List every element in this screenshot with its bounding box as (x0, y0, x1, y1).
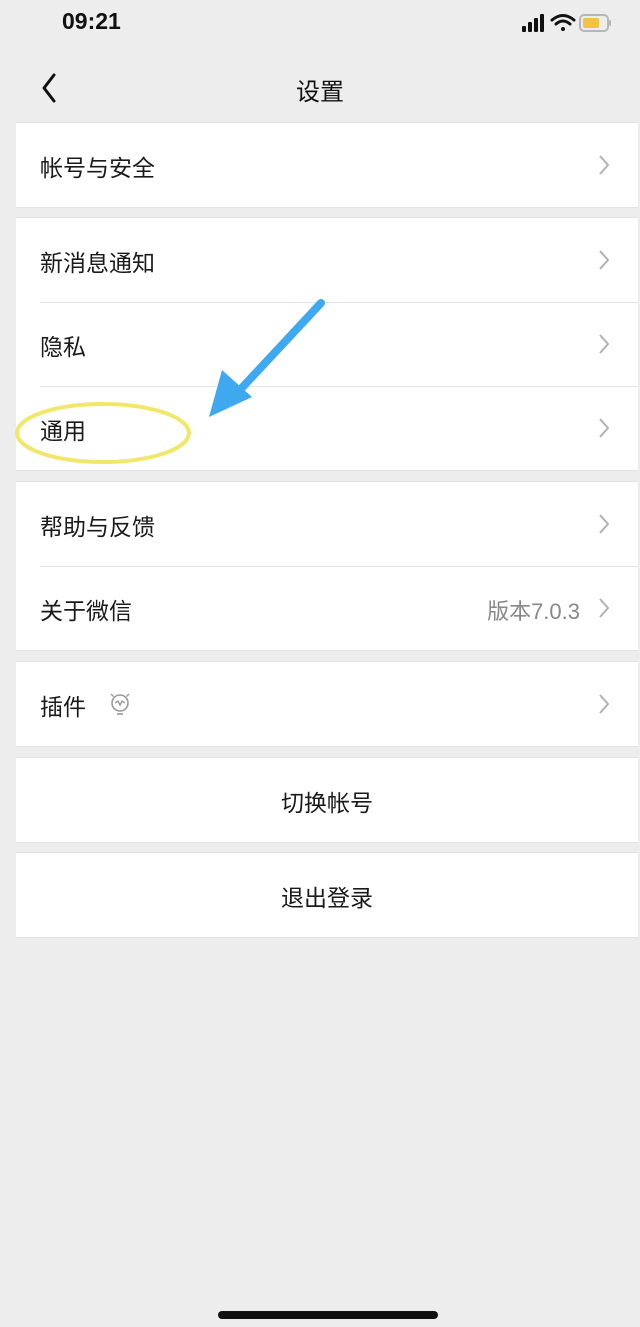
settings-group-plugins: 插件 (16, 661, 638, 747)
settings-item-label: 新消息通知 (40, 251, 155, 277)
status-bar: 09:21 (0, 0, 640, 50)
switch-account-label: 切换帐号 (281, 791, 373, 817)
chevron-right-icon (599, 598, 610, 618)
settings-item-plugins[interactable]: 插件 (16, 662, 638, 746)
signal-icon (522, 14, 544, 32)
settings-item-notifications[interactable]: 新消息通知 (16, 218, 638, 302)
chevron-right-icon (599, 250, 610, 270)
plugin-bulb-icon (110, 693, 130, 715)
chevron-right-icon (599, 694, 610, 714)
settings-group-help: 帮助与反馈 关于微信 版本7.0.3 (16, 481, 638, 651)
status-time: 09:21 (62, 8, 121, 34)
page-title: 设置 (296, 78, 344, 106)
settings-item-label: 帮助与反馈 (40, 515, 155, 541)
status-icons (522, 14, 611, 32)
chevron-right-icon (599, 334, 610, 354)
battery-icon (579, 14, 611, 32)
settings-item-general[interactable]: 通用 (16, 386, 638, 470)
settings-item-label: 插件 (40, 695, 86, 721)
settings-item-privacy[interactable]: 隐私 (16, 302, 638, 386)
logout-group: 退出登录 (16, 852, 638, 938)
settings-item-about[interactable]: 关于微信 版本7.0.3 (16, 566, 638, 650)
home-indicator[interactable] (218, 1311, 438, 1319)
logout-button[interactable]: 退出登录 (16, 853, 638, 937)
settings-item-account-security[interactable]: 帐号与安全 (16, 123, 638, 207)
wifi-icon (550, 14, 576, 31)
switch-account-button[interactable]: 切换帐号 (16, 758, 638, 842)
settings-item-label: 关于微信 (40, 599, 132, 625)
settings-item-help-feedback[interactable]: 帮助与反馈 (16, 482, 638, 566)
logout-label: 退出登录 (281, 886, 373, 912)
settings-item-label: 隐私 (40, 335, 86, 361)
settings-item-label: 通用 (40, 419, 86, 445)
chevron-right-icon (599, 155, 610, 175)
settings-group-notify: 新消息通知 隐私 通用 (16, 217, 638, 471)
version-text: 版本7.0.3 (487, 599, 580, 624)
chevron-right-icon (599, 418, 610, 438)
chevron-right-icon (599, 514, 610, 534)
settings-group-account: 帐号与安全 (16, 122, 638, 208)
settings-item-label: 帐号与安全 (40, 156, 155, 182)
nav-bar: 设置 (0, 55, 640, 121)
switch-account-group: 切换帐号 (16, 757, 638, 843)
